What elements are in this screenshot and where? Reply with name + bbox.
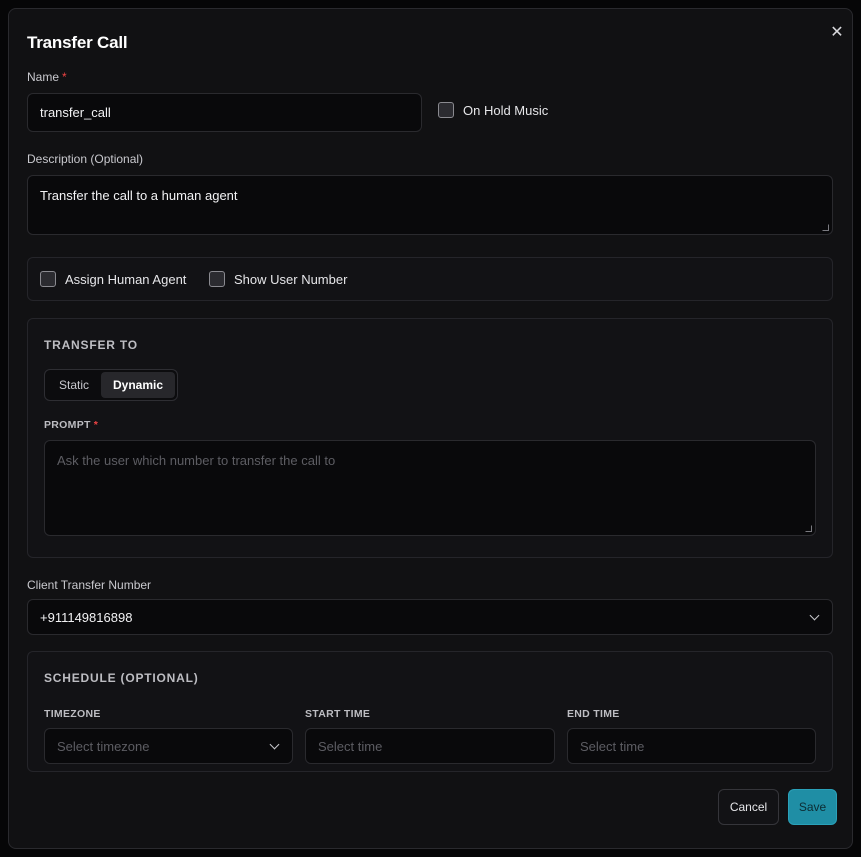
required-mark: * xyxy=(62,70,67,84)
prompt-textarea[interactable]: Ask the user which number to transfer th… xyxy=(44,440,816,536)
close-icon[interactable]: ✕ xyxy=(827,23,847,43)
description-label: Description (Optional) xyxy=(27,152,144,166)
prompt-label-text: PROMPT xyxy=(44,419,91,431)
end-time-placeholder: Select time xyxy=(580,738,645,754)
start-time-input[interactable]: Select time xyxy=(305,728,555,764)
name-input[interactable]: transfer_call xyxy=(27,93,422,132)
client-transfer-number-label: Client Transfer Number xyxy=(27,578,152,592)
dialog-title: Transfer Call xyxy=(27,33,128,52)
description-textarea[interactable]: Transfer the call to a human agent xyxy=(27,175,833,235)
end-time-input[interactable]: Select time xyxy=(567,728,816,764)
on-hold-music-option[interactable]: On Hold Music xyxy=(438,102,548,118)
assign-human-agent-option[interactable]: Assign Human Agent xyxy=(40,271,186,287)
prompt-label: PROMPT * xyxy=(44,419,98,431)
prompt-placeholder: Ask the user which number to transfer th… xyxy=(57,453,336,468)
resize-handle-icon[interactable] xyxy=(805,525,812,532)
timezone-placeholder: Select timezone xyxy=(57,738,150,754)
start-time-placeholder: Select time xyxy=(318,738,383,754)
client-transfer-number-select[interactable]: +911149816898 xyxy=(27,599,833,635)
end-time-label: END TIME xyxy=(567,708,620,720)
client-transfer-number-value: +911149816898 xyxy=(40,609,133,625)
timezone-select[interactable]: Select timezone xyxy=(44,728,293,764)
show-user-number-label: Show User Number xyxy=(234,271,348,287)
description-value: Transfer the call to a human agent xyxy=(40,188,238,203)
name-input-value: transfer_call xyxy=(40,105,111,120)
on-hold-music-checkbox[interactable] xyxy=(438,102,454,118)
start-time-label: START TIME xyxy=(305,708,371,720)
transfer-to-panel: TRANSFER TO Static Dynamic PROMPT * Ask t… xyxy=(27,318,833,558)
save-button[interactable]: Save xyxy=(788,789,837,825)
on-hold-music-label: On Hold Music xyxy=(463,102,549,118)
schedule-heading: SCHEDULE (OPTIONAL) xyxy=(44,671,199,685)
cancel-button[interactable]: Cancel xyxy=(718,789,779,825)
options-panel: Assign Human Agent Show User Number xyxy=(27,257,833,301)
timezone-label: TIMEZONE xyxy=(44,708,101,720)
name-label: Name * xyxy=(27,70,67,84)
name-label-text: Name xyxy=(27,70,60,84)
tab-static[interactable]: Static xyxy=(47,372,101,398)
assign-human-agent-label: Assign Human Agent xyxy=(65,271,187,287)
resize-handle-icon[interactable] xyxy=(822,224,829,231)
transfer-to-heading: TRANSFER TO xyxy=(44,338,138,352)
chevron-down-icon xyxy=(269,739,280,750)
transfer-mode-toggle: Static Dynamic xyxy=(44,369,179,401)
assign-human-agent-checkbox[interactable] xyxy=(40,271,56,287)
transfer-call-dialog: Transfer Call ✕ Name * transfer_call On H… xyxy=(8,8,853,849)
prompt-required-mark: * xyxy=(93,419,99,431)
show-user-number-option[interactable]: Show User Number xyxy=(209,271,347,287)
chevron-down-icon xyxy=(809,610,820,621)
tab-dynamic[interactable]: Dynamic xyxy=(101,372,176,398)
schedule-panel: SCHEDULE (OPTIONAL) TIMEZONE Select time… xyxy=(27,651,833,772)
show-user-number-checkbox[interactable] xyxy=(209,271,225,287)
